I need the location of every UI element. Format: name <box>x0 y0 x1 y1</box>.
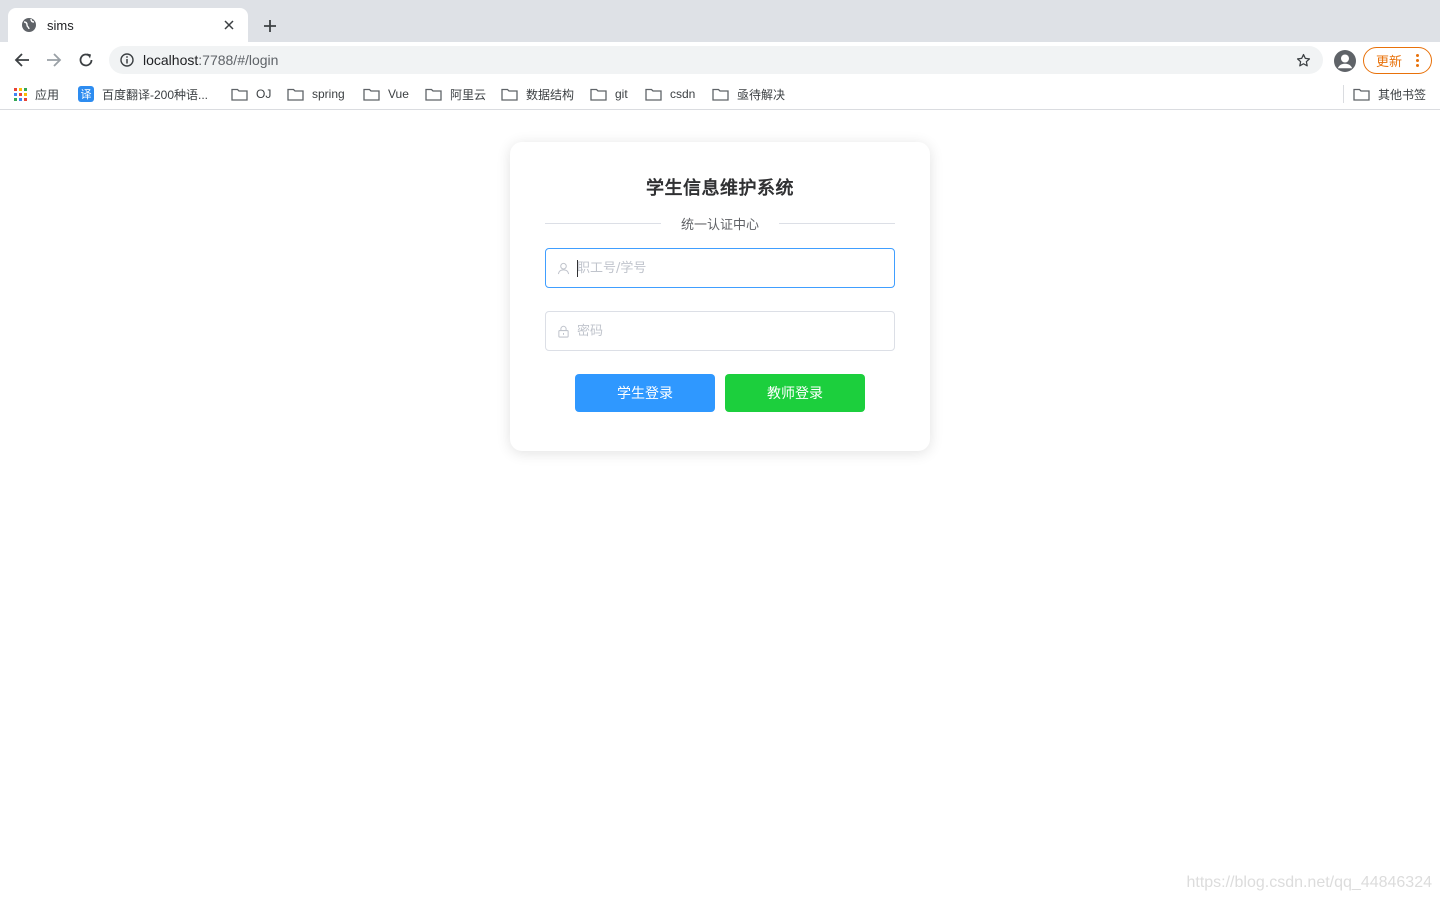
browser-tab[interactable]: sims <box>8 8 248 42</box>
new-tab-button[interactable] <box>258 14 282 38</box>
bookmark-apps[interactable]: 应用 <box>14 84 59 104</box>
teacher-login-button[interactable]: 教师登录 <box>725 374 865 412</box>
page-title: 学生信息维护系统 <box>646 178 794 199</box>
reload-icon <box>79 53 93 67</box>
bookmarks-bar: 应用 译 百度翻译-200种语... OJ spring Vue 阿里云 数据结… <box>0 78 1440 110</box>
user-icon <box>556 261 570 275</box>
bookmark-folder-spring[interactable]: spring <box>287 84 345 104</box>
folder-icon <box>712 88 729 101</box>
folder-icon <box>1353 88 1370 101</box>
password-input[interactable] <box>577 316 887 346</box>
arrow-left-icon <box>14 53 29 67</box>
watermark: https://blog.csdn.net/qq_44846324 <box>1186 874 1432 891</box>
arrow-right-icon <box>47 53 62 67</box>
folder-icon <box>287 88 304 101</box>
bookmark-label: 数据结构 <box>526 87 575 102</box>
password-field[interactable] <box>545 311 895 351</box>
lock-icon <box>556 324 570 338</box>
profile-avatar-icon[interactable] <box>1332 48 1358 74</box>
bookmark-label: spring <box>312 87 345 101</box>
folder-icon <box>425 88 442 101</box>
bookmark-label: 其他书签 <box>1378 87 1427 102</box>
bookmark-label: 亟待解决 <box>737 87 786 102</box>
browser-tab-strip: sims <box>0 0 1440 42</box>
bookmark-folder-vue[interactable]: Vue <box>363 84 409 104</box>
bookmark-label: git <box>615 87 628 101</box>
username-input[interactable] <box>577 253 887 283</box>
divider-line-right <box>779 222 896 224</box>
apps-grid-icon <box>14 87 27 101</box>
username-field[interactable] <box>545 248 895 288</box>
folder-icon <box>590 88 607 101</box>
text-caret <box>577 260 578 277</box>
folder-icon <box>363 88 380 101</box>
bookmark-other[interactable]: 其他书签 <box>1353 84 1426 104</box>
folder-icon <box>645 88 662 101</box>
back-button[interactable] <box>9 47 35 73</box>
bookmark-folder-aliyun[interactable]: 阿里云 <box>425 84 486 104</box>
subtitle-divider: 统一认证中心 <box>545 213 896 233</box>
subtitle: 统一认证中心 <box>681 217 760 233</box>
address-bar[interactable]: localhost:7788/#/login <box>109 46 1323 74</box>
globe-icon <box>21 17 37 33</box>
bookmark-folder-csdn[interactable]: csdn <box>645 84 695 104</box>
bookmark-folder-pending[interactable]: 亟待解决 <box>712 84 785 104</box>
url-host: localhost <box>143 52 199 68</box>
student-login-button[interactable]: 学生登录 <box>575 374 715 412</box>
bookmark-star-icon[interactable] <box>1293 50 1313 70</box>
bookmark-label: csdn <box>670 87 696 101</box>
url-path: :7788/#/login <box>198 52 279 68</box>
close-icon[interactable] <box>220 16 238 34</box>
forward-button[interactable] <box>41 47 67 73</box>
bookmark-label: 阿里云 <box>450 87 487 102</box>
tab-title: sims <box>47 17 74 33</box>
bookmark-label: Vue <box>388 87 409 101</box>
bookmark-baidu-translate[interactable]: 译 百度翻译-200种语... <box>78 84 208 104</box>
update-button[interactable]: 更新 <box>1363 47 1432 74</box>
translate-icon: 译 <box>78 86 94 102</box>
bookmark-folder-git[interactable]: git <box>590 84 628 104</box>
menu-dots-icon <box>1416 54 1419 67</box>
bookmark-label: OJ <box>256 87 272 101</box>
reload-button[interactable] <box>73 47 99 73</box>
divider-line-left <box>545 222 661 224</box>
browser-toolbar: localhost:7788/#/login 更新 <box>0 42 1440 78</box>
bookmark-folder-oj[interactable]: OJ <box>231 84 271 104</box>
bookmark-label: 应用 <box>35 87 60 102</box>
bookmark-folder-data-structures[interactable]: 数据结构 <box>501 84 574 104</box>
bookmarks-divider <box>1343 85 1344 103</box>
folder-icon <box>231 88 248 101</box>
folder-icon <box>501 88 518 101</box>
bookmark-label: 百度翻译-200种语... <box>102 87 209 102</box>
update-label: 更新 <box>1376 55 1403 70</box>
url-text: localhost:7788/#/login <box>143 52 1293 68</box>
login-card: 学生信息维护系统 统一认证中心 学生登录 教师登录 <box>510 142 930 451</box>
info-icon[interactable] <box>119 52 135 68</box>
